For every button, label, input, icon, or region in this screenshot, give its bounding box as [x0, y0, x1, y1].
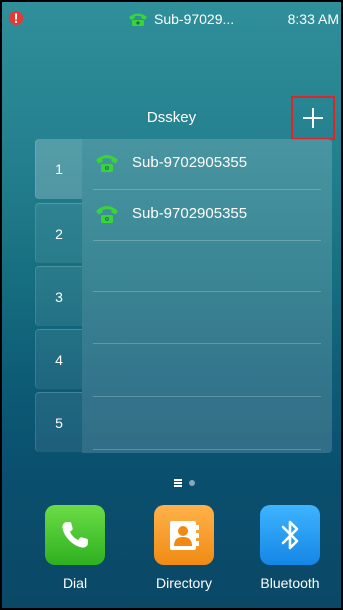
dsskey-panel: 1 2 3 4 5 Sub-9702905355 Sub-9702905355: [32, 139, 332, 453]
dsskey-row[interactable]: [93, 241, 321, 292]
dock-item-bluetooth[interactable]: Bluetooth: [245, 505, 335, 591]
page-indicator[interactable]: [174, 479, 195, 487]
dsskey-row-label: Sub-9702905355: [132, 154, 248, 171]
dsskey-list: Sub-9702905355 Sub-9702905355: [82, 139, 332, 453]
tab-2[interactable]: 2: [35, 203, 82, 263]
dsskey-row[interactable]: [93, 346, 321, 397]
dock-item-directory[interactable]: Directory: [139, 505, 229, 591]
directory-button[interactable]: [154, 505, 214, 565]
tab-5[interactable]: 5: [35, 392, 82, 452]
phone-handset-icon: [129, 13, 147, 26]
line-key-icon: [96, 155, 118, 172]
dial-button[interactable]: [45, 505, 105, 565]
bluetooth-button[interactable]: [260, 505, 320, 565]
add-dsskey-button[interactable]: [291, 96, 335, 140]
dsskey-row[interactable]: Sub-9702905355: [93, 139, 321, 190]
dock-label-bluetooth: Bluetooth: [260, 575, 320, 591]
phone-icon: [62, 522, 88, 548]
bluetooth-icon: [281, 520, 299, 550]
contact-icon: [170, 521, 199, 550]
dock-label-dial: Dial: [62, 575, 88, 591]
phone-screen: Sub-97029... 8:33 AM Dsskey 1 2 3 4 5 Su…: [2, 2, 341, 608]
page-indicator-dot: [189, 480, 195, 486]
dsskey-row[interactable]: [93, 293, 321, 344]
status-bar: Sub-97029... 8:33 AM: [2, 2, 341, 36]
tab-1[interactable]: 1: [35, 139, 82, 199]
dsskey-row[interactable]: [93, 399, 321, 450]
plus-icon: [303, 108, 323, 128]
page-indicator-current: [174, 479, 182, 487]
status-time: 8:33 AM: [287, 11, 339, 27]
dock-item-dial[interactable]: Dial: [30, 505, 120, 591]
dock-label-directory: Directory: [155, 575, 212, 591]
tab-3[interactable]: 3: [35, 266, 82, 326]
status-account[interactable]: Sub-97029...: [127, 11, 234, 27]
dsskey-row[interactable]: Sub-9702905355: [93, 190, 321, 241]
dsskey-row-label: Sub-9702905355: [132, 205, 248, 222]
tab-4[interactable]: 4: [35, 329, 82, 389]
line-key-icon: [96, 206, 118, 223]
alert-triangle-icon[interactable]: [8, 10, 24, 26]
status-account-label: Sub-97029...: [154, 11, 235, 27]
